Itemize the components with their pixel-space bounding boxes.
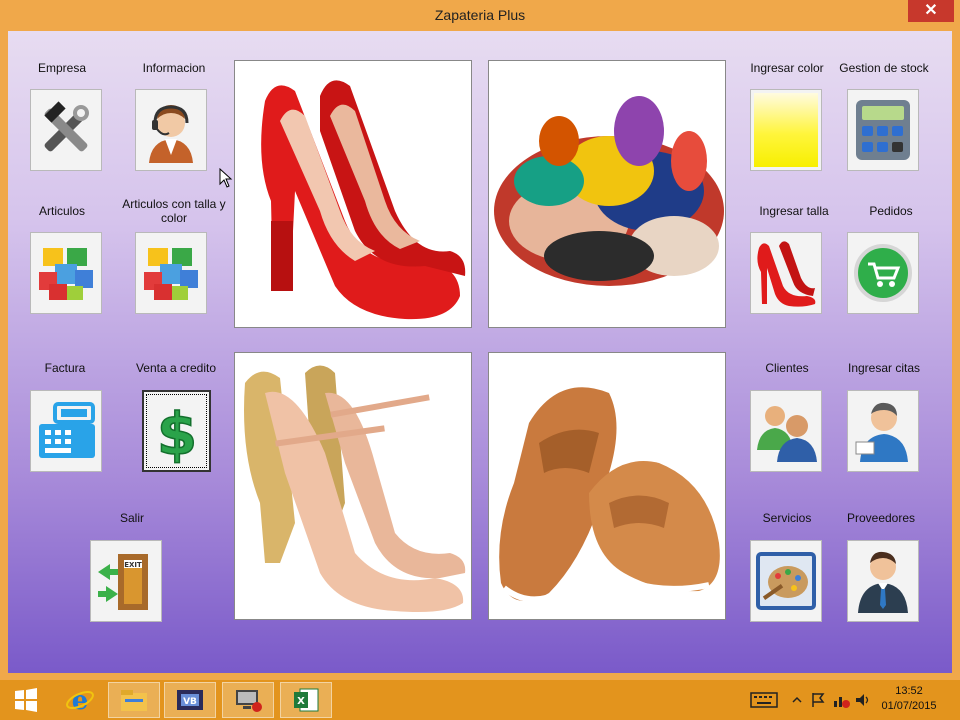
pile-of-shoes-image — [494, 96, 724, 286]
ingresar-citas-button[interactable] — [847, 390, 919, 472]
gestion-stock-button[interactable] — [847, 89, 919, 171]
taskbar-file-explorer[interactable] — [108, 682, 160, 718]
articulos-button[interactable] — [30, 232, 102, 314]
cubes-icon — [39, 248, 93, 300]
main-panel: Empresa Informacion Articulos Articulos … — [8, 31, 952, 673]
ingresar-talla-label: Ingresar talla — [759, 204, 829, 218]
showcase-pile-of-shoes — [488, 60, 726, 328]
servicios-button[interactable] — [750, 540, 822, 622]
gestion-stock-label: Gestion de stock — [839, 61, 929, 75]
cubes-icon — [144, 248, 198, 300]
articulos-talla-color-label: Articulos con talla y color — [122, 197, 226, 225]
remote-desktop-icon — [236, 690, 262, 712]
svg-text:VB: VB — [183, 697, 197, 707]
taskbar-remote-desktop[interactable] — [222, 682, 274, 718]
nude-glitter-heels-image — [244, 365, 466, 612]
user-badge-icon — [855, 402, 908, 462]
brown-loafers-image — [499, 387, 720, 603]
factura-button[interactable] — [30, 390, 102, 472]
svg-text:$: $ — [156, 400, 196, 464]
action-center-flag-icon[interactable] — [810, 691, 828, 709]
windows-start-icon — [15, 688, 37, 712]
clientes-label: Clientes — [765, 361, 809, 375]
clientes-button[interactable] — [750, 390, 822, 472]
volume-icon[interactable] — [854, 691, 872, 709]
proveedores-button[interactable] — [847, 540, 919, 622]
keyboard-icon[interactable] — [750, 691, 778, 709]
calculator-icon — [856, 100, 910, 160]
internet-explorer-icon: e — [66, 686, 94, 715]
ingresar-talla-button[interactable] — [750, 232, 822, 314]
palette-icon — [756, 552, 816, 610]
pedidos-button[interactable] — [847, 232, 919, 314]
mouse-cursor-icon — [219, 168, 233, 188]
red-heels-icon — [757, 241, 816, 307]
ingresar-citas-label: Ingresar citas — [847, 361, 921, 375]
file-explorer-icon — [121, 690, 147, 711]
informacion-label: Informacion — [142, 61, 206, 75]
support-agent-icon — [149, 105, 193, 163]
system-tray — [750, 680, 872, 720]
media-app-icon: VB — [177, 690, 203, 710]
app-window: Zapateria Plus ✕ Empresa Informacion Art… — [0, 0, 960, 680]
cash-register-icon — [39, 402, 95, 458]
businessman-icon — [858, 551, 908, 613]
window-title: Zapateria Plus — [434, 7, 526, 23]
svg-text:EXIT: EXIT — [124, 561, 142, 569]
informacion-button[interactable] — [135, 89, 207, 171]
network-disconnected-icon[interactable] — [832, 691, 850, 709]
ingresar-color-button[interactable] — [750, 89, 822, 171]
taskbar-media-app[interactable]: VB — [164, 682, 216, 718]
close-button[interactable]: ✕ — [908, 0, 954, 22]
exit-door-icon: EXIT — [98, 554, 148, 610]
salir-button[interactable]: EXIT — [90, 540, 162, 622]
factura-label: Factura — [44, 361, 86, 375]
clock-time: 13:52 — [895, 685, 923, 697]
showcase-red-heels — [234, 60, 472, 328]
salir-label: Salir — [119, 511, 144, 525]
system-clock[interactable]: 13:52 01/07/2015 — [874, 684, 944, 714]
proveedores-label: Proveedores — [846, 511, 916, 525]
articulos-label: Articulos — [38, 204, 85, 218]
taskbar-internet-explorer[interactable]: e — [54, 682, 106, 718]
venta-credito-label: Venta a credito — [135, 361, 217, 375]
showcase-nude-heels — [234, 352, 472, 620]
ingresar-color-label: Ingresar color — [750, 61, 824, 75]
dollar-icon: $ — [156, 399, 198, 464]
articulos-talla-color-button[interactable] — [135, 232, 207, 314]
red-high-heels-image — [261, 80, 466, 320]
shopping-cart-icon — [854, 244, 912, 302]
taskbar: e VB X 13:52 01/07/2015 — [0, 680, 960, 720]
excel-icon: X — [294, 688, 319, 712]
svg-text:X: X — [297, 696, 305, 707]
start-button[interactable] — [0, 682, 52, 718]
color-gradient-icon — [754, 93, 818, 167]
venta-credito-button[interactable]: $ — [142, 390, 211, 472]
tools-icon — [44, 101, 89, 152]
empresa-label: Empresa — [37, 61, 87, 75]
show-hidden-icons-icon[interactable] — [792, 695, 802, 705]
empresa-button[interactable] — [30, 89, 102, 171]
users-icon — [757, 406, 817, 462]
pedidos-label: Pedidos — [869, 204, 913, 218]
svg-text:e: e — [72, 686, 89, 715]
showcase-brown-loafers — [488, 352, 726, 620]
taskbar-excel[interactable]: X — [280, 682, 332, 718]
clock-date: 01/07/2015 — [881, 700, 937, 712]
